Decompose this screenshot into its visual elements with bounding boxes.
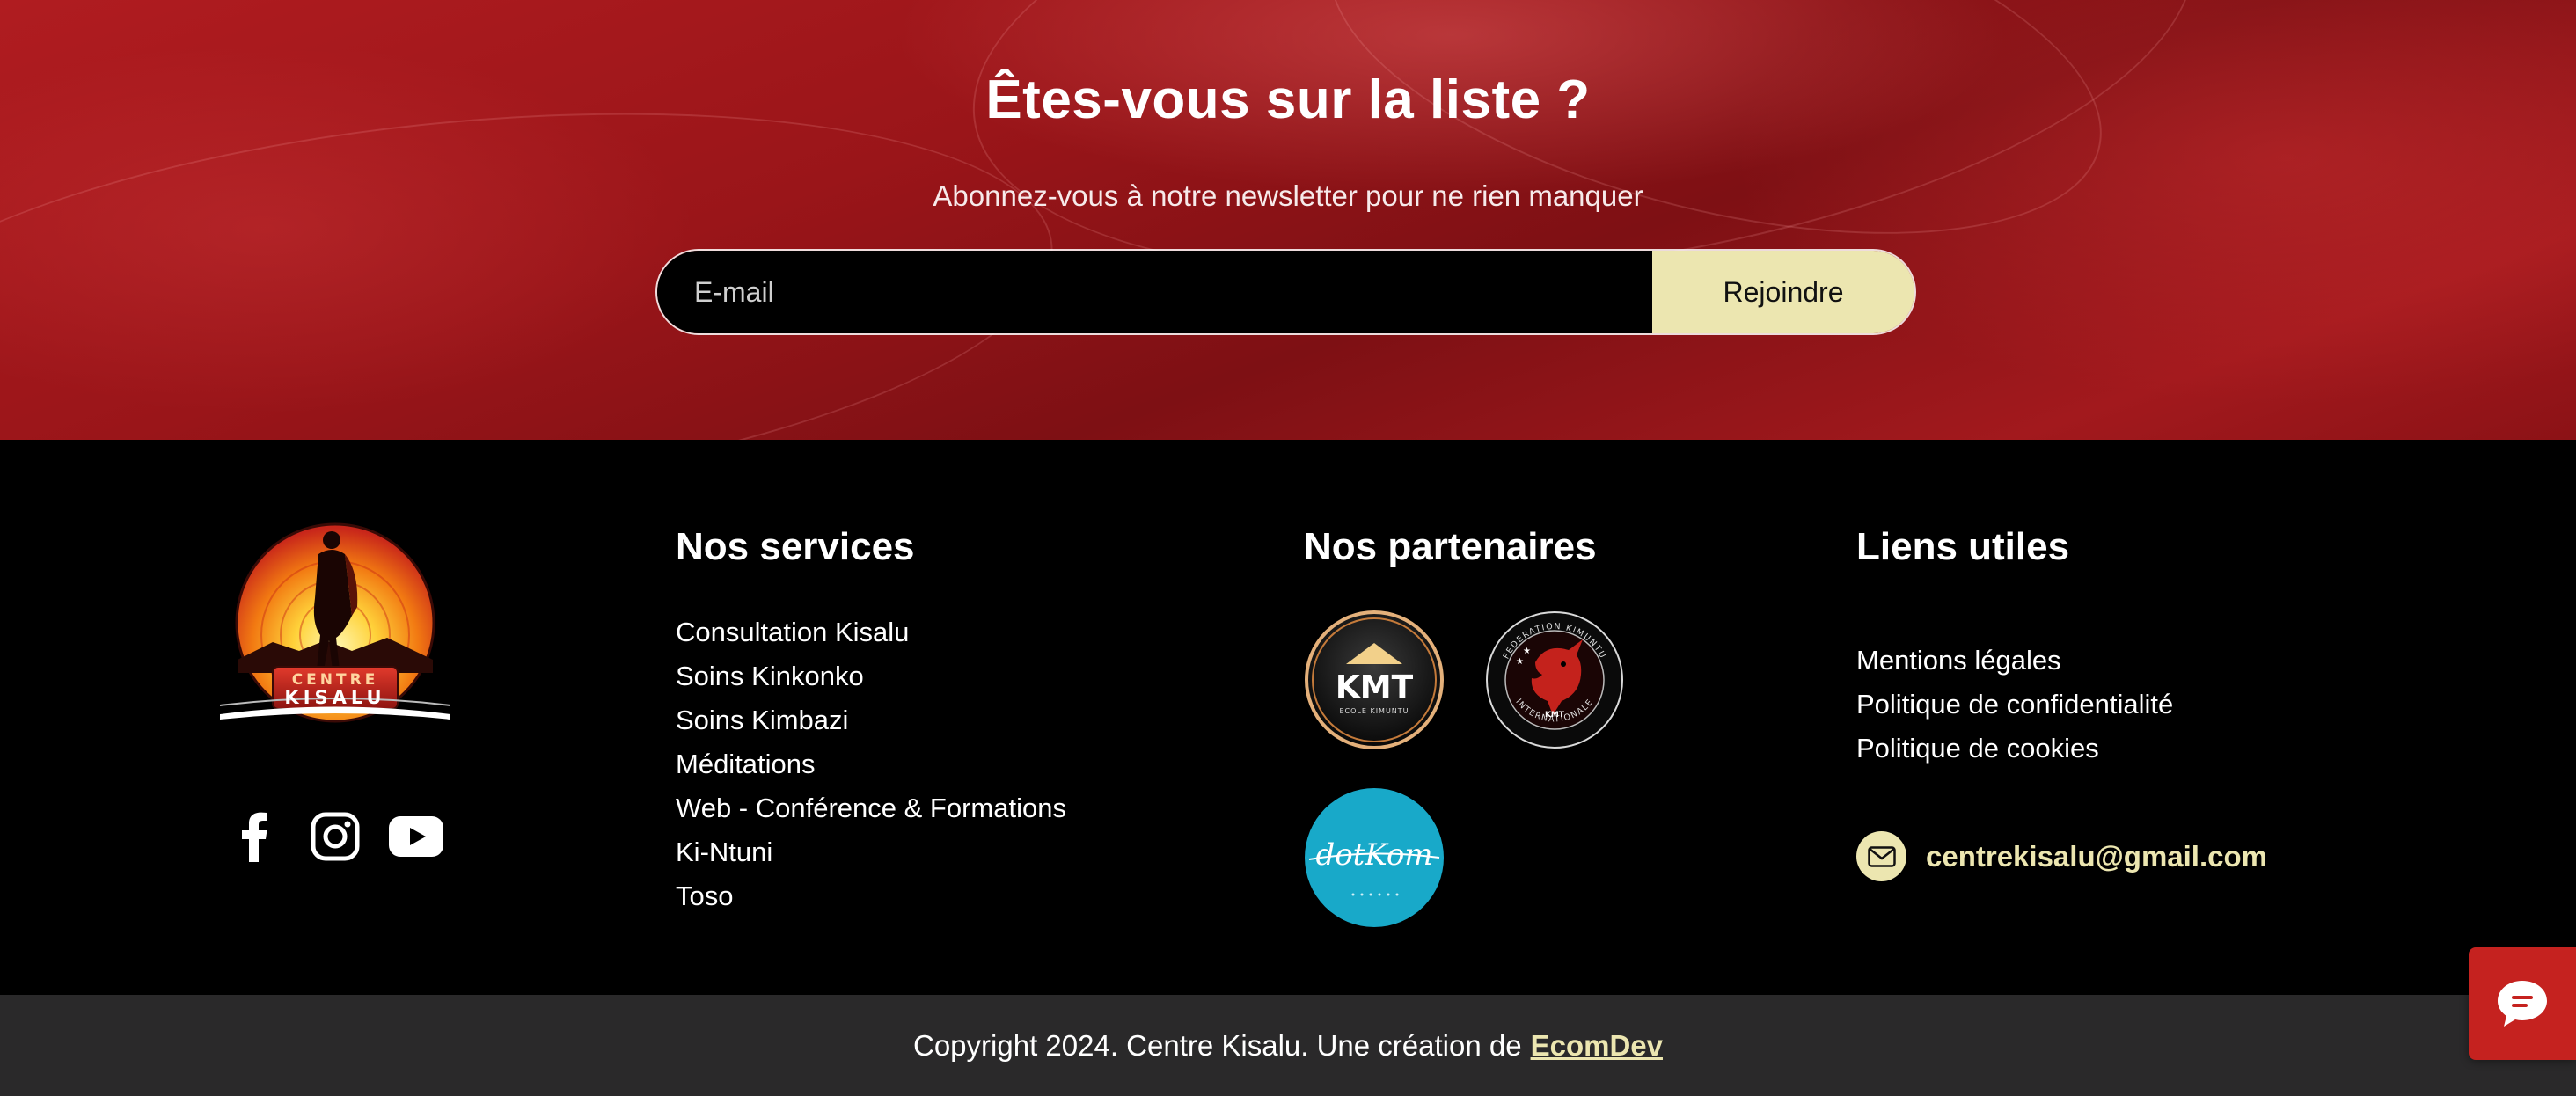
dotkom-text: dotKom — [1315, 837, 1432, 873]
partners-title: Nos partenaires — [1304, 525, 1597, 568]
services-link-toso[interactable]: Toso — [676, 874, 1066, 918]
link-privacy-policy[interactable]: Politique de confidentialité — [1856, 683, 2173, 727]
copyright-bar: Copyright 2024. Centre Kisalu. Une créat… — [0, 995, 2576, 1096]
kmt-main-text: KMT — [1336, 669, 1414, 705]
services-link-consultation[interactable]: Consultation Kisalu — [676, 610, 1066, 654]
partner-kmt-logo[interactable]: KMT ECOLE KIMUNTU — [1304, 610, 1445, 750]
logo-emblem-icon: CENTRE KISALU — [219, 522, 451, 723]
link-cookies-policy[interactable]: Politique de cookies — [1856, 727, 2173, 771]
join-button[interactable]: Rejoindre — [1652, 251, 1914, 333]
youtube-icon[interactable] — [389, 809, 443, 864]
mail-icon — [1856, 831, 1906, 881]
newsletter-subtitle: Abonnez-vous à notre newsletter pour ne … — [933, 179, 1643, 212]
services-link-ki-ntuni[interactable]: Ki-Ntuni — [676, 830, 1066, 874]
social-links — [227, 809, 443, 864]
newsletter-section: Êtes-vous sur la liste ? Abonnez-vous à … — [0, 0, 2576, 440]
federation-badge-text: KMT — [1545, 711, 1565, 720]
partner-dotkom-logo[interactable]: dotKom — [1304, 787, 1445, 928]
chat-bubble-icon — [2498, 981, 2547, 1027]
contact-email[interactable]: centrekisalu@gmail.com — [1856, 831, 2267, 881]
services-link-web-conference[interactable]: Web - Conférence & Formations — [676, 786, 1066, 830]
svg-text:★: ★ — [1523, 647, 1531, 656]
services-list: Consultation Kisalu Soins Kinkonko Soins… — [676, 610, 1066, 918]
logo-line2: KISALU — [284, 687, 385, 708]
logo-line1: CENTRE — [292, 671, 379, 689]
partner-federation-logo[interactable]: FEDERATION KIMUNTU INTERNATIONALE ★ ★ KM… — [1484, 610, 1625, 750]
link-mentions-legales[interactable]: Mentions légales — [1856, 639, 2173, 683]
ecomdev-link[interactable]: EcomDev — [1531, 1029, 1663, 1063]
links-title: Liens utiles — [1856, 525, 2070, 568]
newsletter-form: Rejoindre — [655, 249, 1916, 335]
services-link-kimbazi[interactable]: Soins Kimbazi — [676, 698, 1066, 742]
services-title: Nos services — [676, 525, 915, 568]
services-link-kinkonko[interactable]: Soins Kinkonko — [676, 654, 1066, 698]
email-link[interactable]: centrekisalu@gmail.com — [1926, 840, 2267, 873]
services-link-meditations[interactable]: Méditations — [676, 742, 1066, 786]
email-field[interactable] — [657, 251, 1652, 333]
kmt-sub-text: ECOLE KIMUNTU — [1339, 707, 1409, 715]
facebook-icon[interactable] — [227, 809, 282, 864]
newsletter-title: Êtes-vous sur la liste ? — [985, 69, 1591, 130]
instagram-icon[interactable] — [308, 809, 362, 864]
copyright-text: Copyright 2024. Centre Kisalu. Une créat… — [913, 1028, 1522, 1062]
useful-links-list: Mentions légales Politique de confidenti… — [1856, 639, 2173, 771]
centre-kisalu-logo[interactable]: CENTRE KISALU — [219, 519, 451, 737]
chat-button[interactable] — [2469, 947, 2576, 1060]
svg-text:★: ★ — [1516, 657, 1524, 667]
